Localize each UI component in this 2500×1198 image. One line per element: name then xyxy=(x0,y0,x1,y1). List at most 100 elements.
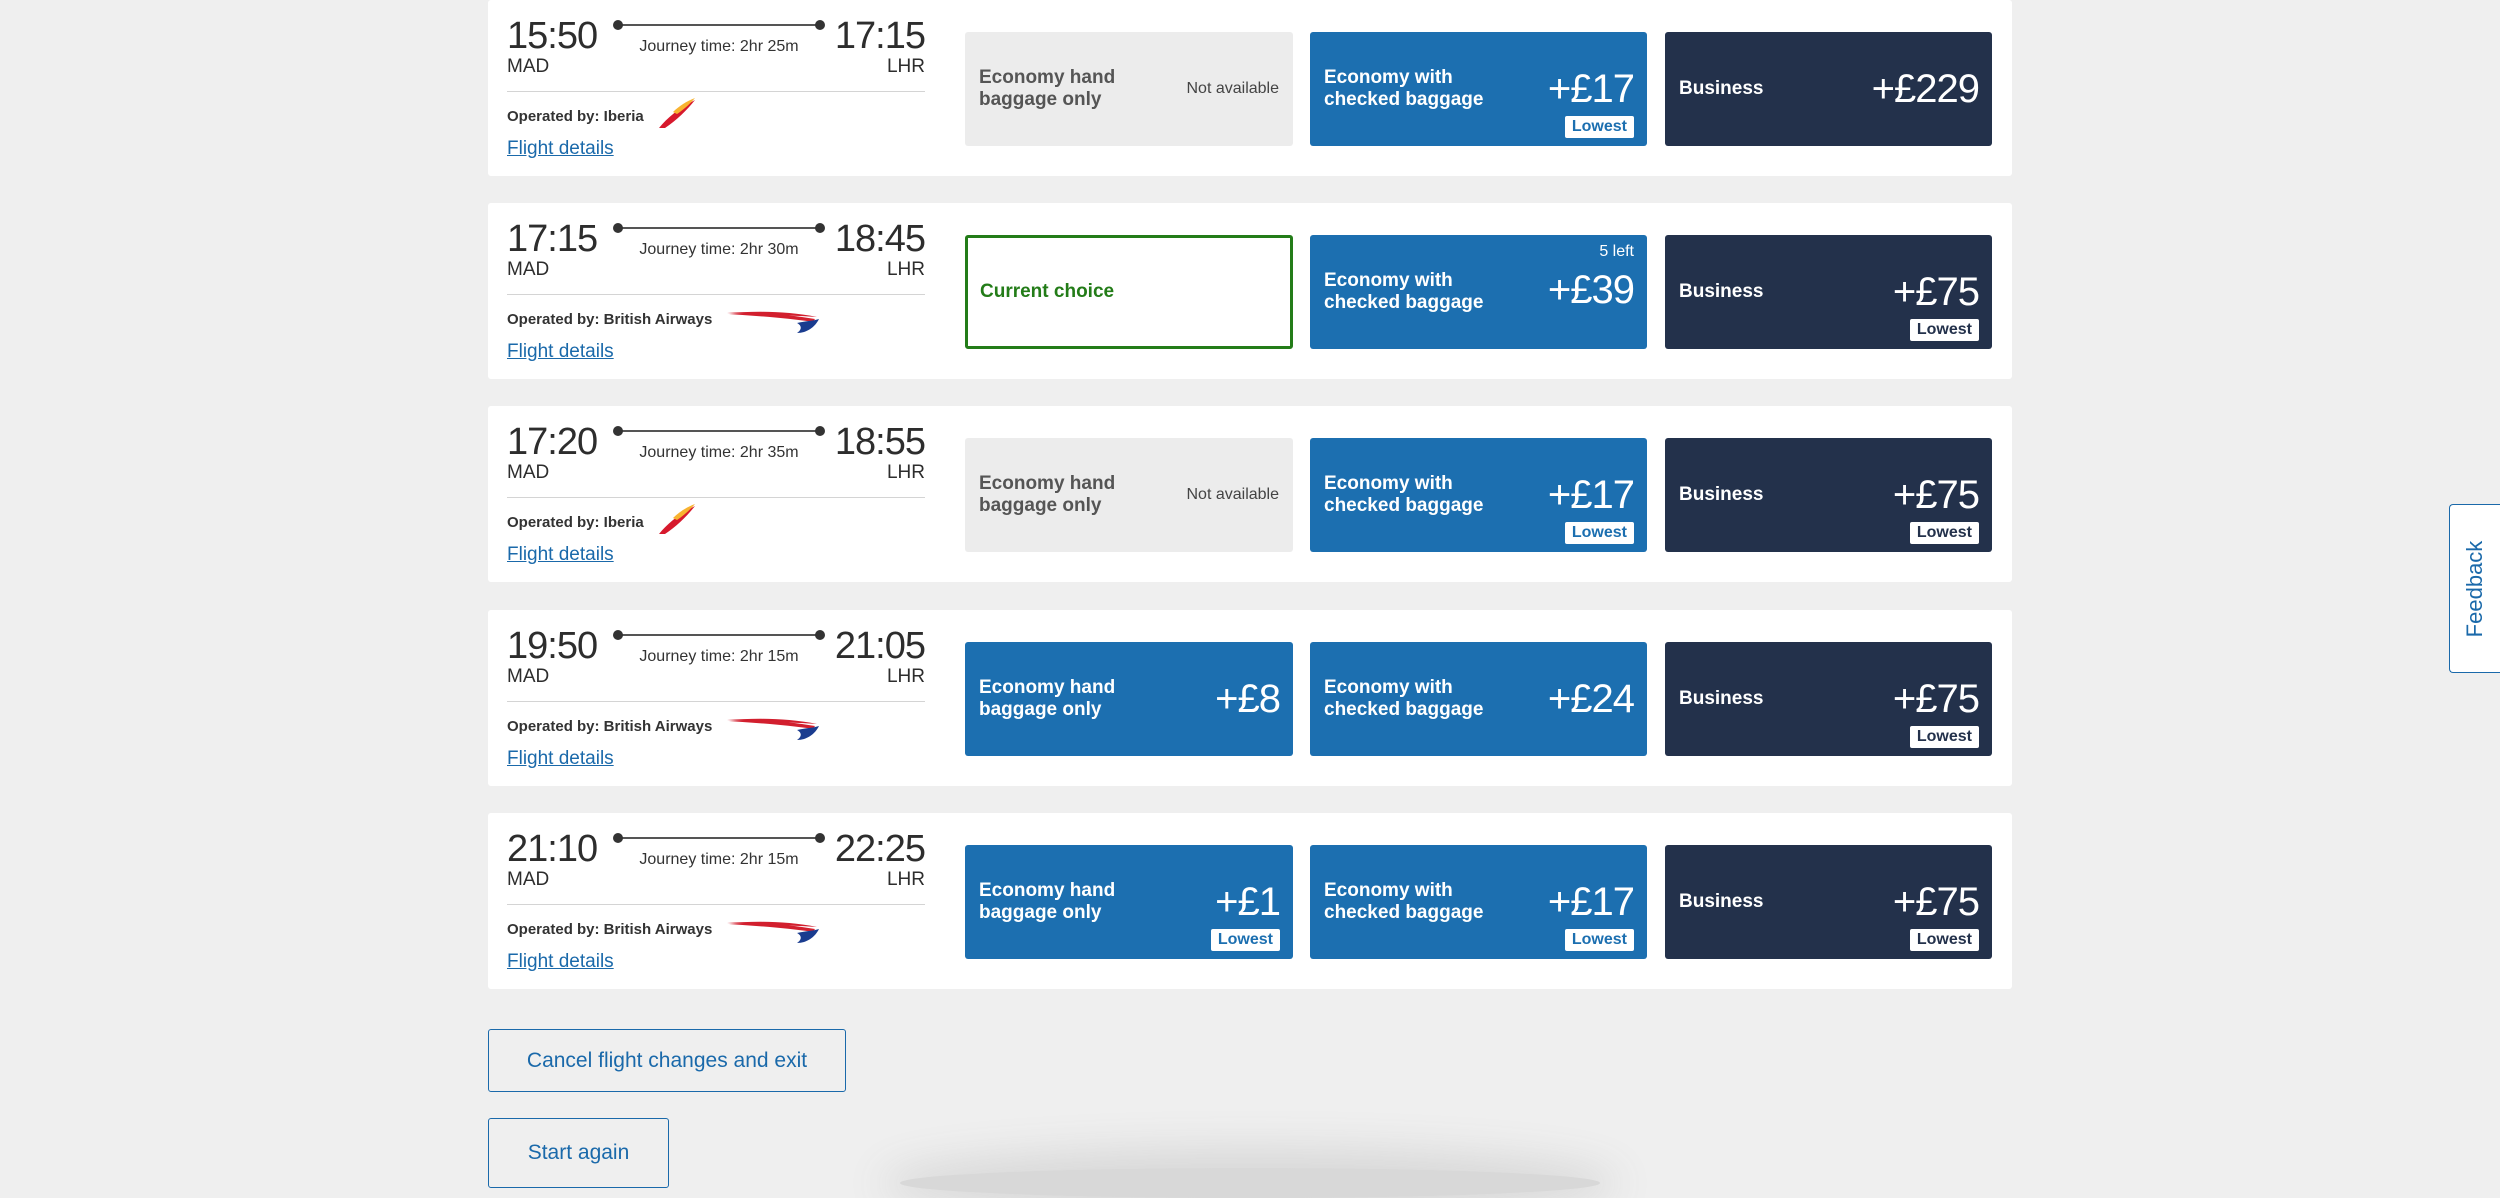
journey-time: Journey time: 2hr 35m xyxy=(639,444,799,461)
operated-by: Operated by: Iberia xyxy=(507,514,644,531)
arrival-time: 17:15 xyxy=(834,15,926,57)
fare-name: Economy with checked baggage xyxy=(1324,880,1484,923)
flight-info: 21:10 MAD Journey time: 2hr 15m 22:25 LH… xyxy=(507,813,926,989)
fare-name: Economy with checked baggage xyxy=(1324,677,1484,720)
fare-economy-checked-baggage[interactable]: 5 left Economy with checked baggage +£39 xyxy=(1310,235,1647,349)
journey-time: Journey time: 2hr 15m xyxy=(639,851,799,868)
flight-details-link[interactable]: Flight details xyxy=(507,341,614,363)
fare-price: +£229 xyxy=(1871,67,1980,111)
fare-business[interactable]: Business +£75 Lowest xyxy=(1665,642,1992,756)
arrival-airport: LHR xyxy=(886,56,925,77)
fare-price: +£1 xyxy=(1215,880,1281,924)
operated-by: Operated by: British Airways xyxy=(507,311,713,328)
departure-time: 17:15 xyxy=(507,218,598,260)
departure-time: 19:50 xyxy=(507,625,598,667)
fare-name: Economy hand baggage only xyxy=(979,880,1116,923)
divider xyxy=(507,701,925,702)
british-airways-logo-icon xyxy=(727,921,819,943)
flight-card: 15:50 MAD Journey time: 2hr 25m 17:15 LH… xyxy=(488,0,2012,176)
fare-price: +£39 xyxy=(1547,268,1635,312)
arrival-time: 18:55 xyxy=(834,421,926,463)
arrival-airport: LHR xyxy=(886,869,925,890)
bottom-shadow xyxy=(900,1168,1600,1198)
divider xyxy=(507,497,925,498)
fare-business[interactable]: Business +£229 xyxy=(1665,32,1992,146)
fare-price: +£75 xyxy=(1892,473,1980,517)
fare-name: Business xyxy=(1679,891,1764,912)
divider xyxy=(507,294,925,295)
arrival-time: 21:05 xyxy=(834,625,926,667)
feedback-tab[interactable]: Feedback xyxy=(2449,504,2500,673)
fare-economy-checked-baggage[interactable]: Economy with checked baggage +£17 Lowest xyxy=(1310,32,1647,146)
lowest-badge: Lowest xyxy=(1909,319,1979,341)
timeline xyxy=(613,20,825,30)
flight-card: 17:20 MAD Journey time: 2hr 35m 18:55 LH… xyxy=(488,406,2012,582)
flight-card: 19:50 MAD Journey time: 2hr 15m 21:05 LH… xyxy=(488,610,2012,786)
lowest-badge: Lowest xyxy=(1909,522,1979,544)
journey-time: Journey time: 2hr 15m xyxy=(639,648,799,665)
departure-time: 15:50 xyxy=(507,15,598,57)
flight-info: 17:20 MAD Journey time: 2hr 35m 18:55 LH… xyxy=(507,406,926,582)
timeline xyxy=(613,223,825,233)
flight-details-link[interactable]: Flight details xyxy=(507,748,614,770)
lowest-badge: Lowest xyxy=(1210,929,1280,951)
flight-details-link[interactable]: Flight details xyxy=(507,951,614,973)
cancel-flight-changes-button[interactable]: Cancel flight changes and exit xyxy=(488,1029,846,1092)
journey-time: Journey time: 2hr 30m xyxy=(639,241,799,258)
fare-name: Business xyxy=(1679,484,1764,505)
fare-economy-hand-baggage: Economy hand baggage only Not available xyxy=(965,32,1293,146)
departure-airport: MAD xyxy=(507,259,550,280)
divider xyxy=(507,91,925,92)
current-choice-label: Current choice xyxy=(980,281,1115,302)
fare-price: +£8 xyxy=(1215,677,1281,721)
fare-price: +£75 xyxy=(1892,677,1980,721)
fare-price: +£75 xyxy=(1892,880,1980,924)
departure-airport: MAD xyxy=(507,666,550,687)
fare-economy-checked-baggage[interactable]: Economy with checked baggage +£24 xyxy=(1310,642,1647,756)
iberia-logo-icon xyxy=(659,504,695,534)
fare-name: Business xyxy=(1679,281,1764,302)
lowest-badge: Lowest xyxy=(1564,116,1634,138)
flight-details-link[interactable]: Flight details xyxy=(507,138,614,160)
fare-name: Business xyxy=(1679,78,1764,99)
fare-price: +£75 xyxy=(1892,270,1980,314)
fare-economy-hand-baggage: Economy hand baggage only Not available xyxy=(965,438,1293,552)
departure-time: 21:10 xyxy=(507,828,598,870)
iberia-logo-icon xyxy=(659,98,695,128)
fare-name: Economy with checked baggage xyxy=(1324,473,1484,516)
flight-info: 17:15 MAD Journey time: 2hr 30m 18:45 LH… xyxy=(507,203,926,379)
operated-by: Operated by: Iberia xyxy=(507,108,644,125)
fare-name: Economy with checked baggage xyxy=(1324,270,1484,313)
arrival-airport: LHR xyxy=(886,666,925,687)
fare-name: Economy with checked baggage xyxy=(1324,67,1484,110)
fare-economy-checked-baggage[interactable]: Economy with checked baggage +£17 Lowest xyxy=(1310,845,1647,959)
lowest-badge: Lowest xyxy=(1909,726,1979,748)
feedback-label: Feedback xyxy=(2462,540,2487,637)
departure-time: 17:20 xyxy=(507,421,598,463)
not-available-label: Not available xyxy=(1186,80,1280,97)
departure-airport: MAD xyxy=(507,56,550,77)
fare-economy-checked-baggage[interactable]: Economy with checked baggage +£17 Lowest xyxy=(1310,438,1647,552)
flight-info: 19:50 MAD Journey time: 2hr 15m 21:05 LH… xyxy=(507,610,926,786)
fare-price: +£17 xyxy=(1547,473,1635,517)
arrival-time: 22:25 xyxy=(834,828,926,870)
fare-economy-hand-baggage[interactable]: Economy hand baggage only +£8 xyxy=(965,642,1293,756)
divider xyxy=(507,904,925,905)
arrival-airport: LHR xyxy=(886,259,925,280)
lowest-badge: Lowest xyxy=(1909,929,1979,951)
departure-airport: MAD xyxy=(507,869,550,890)
fare-economy-hand-baggage[interactable]: Economy hand baggage only +£1 Lowest xyxy=(965,845,1293,959)
fare-current-choice: Current choice xyxy=(965,235,1293,349)
journey-time: Journey time: 2hr 25m xyxy=(639,38,799,55)
flight-info: 15:50 MAD Journey time: 2hr 25m 17:15 LH… xyxy=(507,0,926,176)
fare-name: Economy hand baggage only xyxy=(979,677,1116,720)
fare-business[interactable]: Business +£75 Lowest xyxy=(1665,845,1992,959)
operated-by: Operated by: British Airways xyxy=(507,921,713,938)
arrival-time: 18:45 xyxy=(834,218,926,260)
british-airways-logo-icon xyxy=(727,311,819,333)
fare-business[interactable]: Business +£75 Lowest xyxy=(1665,438,1992,552)
fare-name: Business xyxy=(1679,688,1764,709)
flight-details-link[interactable]: Flight details xyxy=(507,544,614,566)
fare-price: +£17 xyxy=(1547,67,1635,111)
fare-business[interactable]: Business +£75 Lowest xyxy=(1665,235,1992,349)
